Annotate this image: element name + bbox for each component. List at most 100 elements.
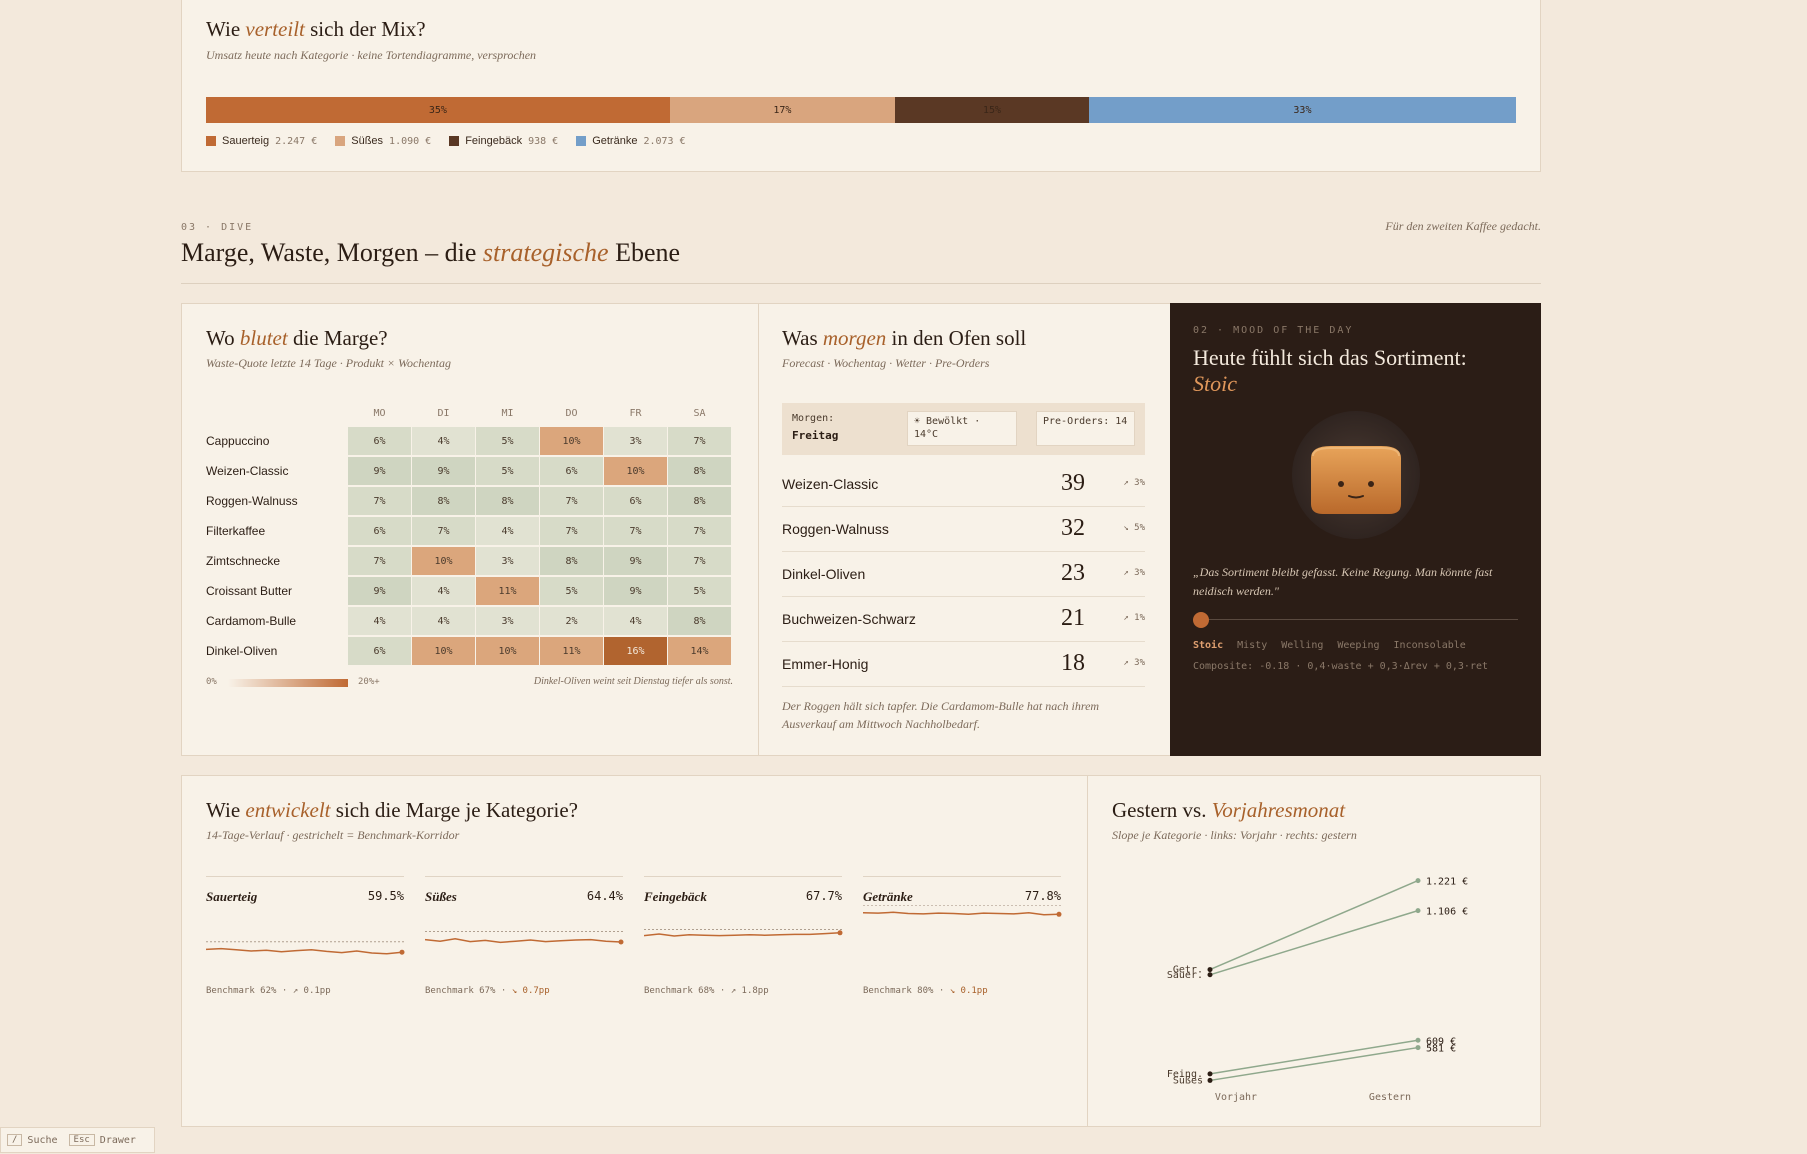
mix-legend: Sauerteig 2.247 € Süßes 1.090 € Feingebäck 93… [206,135,686,147]
forecast-row: Buchweizen-Schwarz 21 ↗ 1% [782,597,1145,642]
mood-card: 02 · MOOD OF THE DAY Heute fühlt sich da… [1170,303,1541,756]
margin-benchmark-label: Benchmark 68% · [644,986,726,996]
tomorrow-box: Morgen: Freitag ☀ Bewölkt · 14°C Pre-Ord… [782,403,1145,455]
heatmap-cell: 6% [348,517,411,545]
margin-subtitle: 14-Tage-Verlauf · gestrichelt = Benchmar… [206,828,460,842]
heatmap-cell: 8% [668,487,731,515]
heatmap-product-label: Roggen-Walnuss [206,494,298,508]
heatmap-cell: 11% [540,637,603,665]
forecast-product: Emmer-Honig [782,656,869,672]
heatmap-day-label: FR [629,408,642,419]
heatmap-cell: 9% [348,577,411,605]
tomorrow-day: Freitag [792,429,839,442]
heatmap-cell: 6% [348,637,411,665]
heatmap-cell: 4% [412,577,475,605]
heatmap-cell: 9% [604,547,667,575]
heatmap-cell: 5% [668,577,731,605]
heatmap-cell: 7% [668,427,731,455]
heatmap-cell: 9% [348,457,411,485]
heatmap-cell: 7% [668,547,731,575]
legend-value: 938 € [528,135,559,147]
margin-delta: ↗ 1.8pp [730,986,769,996]
drawer-shortcut-label: Drawer [99,1134,136,1146]
mood-scale-label[interactable]: Weeping [1337,640,1379,651]
mood-scale-label[interactable]: Stoic [1193,640,1223,651]
heatmap-day-label: MO [373,408,386,419]
heatmap-cell: 10% [604,457,667,485]
forecast-quantity: 32 [1061,515,1085,541]
mix-subtitle: Umsatz heute nach Kategorie · keine Tort… [206,48,537,62]
slope-title: Gestern vs. Vorjahresmonat [1112,798,1346,822]
slope-right-point [1415,1045,1421,1051]
heatmap-cell: 6% [348,427,411,455]
heatmap-product-label: Weizen-Classic [206,464,289,478]
mood-slider-thumb[interactable] [1193,612,1209,628]
margin-series-line [863,911,1060,916]
slope-series-label: Süßes [1173,1075,1203,1086]
heatmap-day-label: DO [565,408,578,419]
legend-swatch [576,136,587,146]
mood-scale-label[interactable]: Misty [1237,640,1267,651]
slope-right-point [1415,1037,1421,1043]
forecast-row: Emmer-Honig 18 ↗ 3% [782,642,1145,687]
heatmap-cell: 8% [668,607,731,635]
margin-series-line [206,947,403,955]
forecast-product: Roggen-Walnuss [782,521,889,537]
mix-segment: 35% [206,97,670,123]
heatmap-product-label: Cappuccino [206,434,270,448]
weather-chip: ☀ Bewölkt · 14°C [907,411,1017,446]
margin-benchmark-label: Benchmark 62% · [206,986,288,996]
margin-delta: ↘ 0.1pp [949,986,988,996]
margin-benchmark-text: Benchmark 67% · ↘ 0.7pp [425,986,550,996]
heatmap-cell: 7% [668,517,731,545]
forecast-title: Was morgen in den Ofen soll [782,326,1027,350]
mood-scale-label[interactable]: Welling [1281,640,1323,651]
slope-value-label: 581 € [1426,1044,1456,1055]
slope-axis-right: Gestern [1369,1092,1411,1103]
heatmap-cell: 7% [348,487,411,515]
forecast-product: Weizen-Classic [782,476,879,492]
margin-benchmark-text: Benchmark 68% · ↗ 1.8pp [644,986,769,996]
heatmap-day-label: MI [501,408,514,419]
margin-value: 59.5% [367,889,404,903]
heatmap-product-label: Zimtschnecke [206,554,281,568]
mood-slider-track[interactable] [1193,619,1518,620]
heatmap-cell: 3% [604,427,667,455]
heatmap-cell: 4% [476,517,539,545]
heatmap-cell: 4% [604,607,667,635]
scale-max-label: 20%+ [358,677,380,687]
slope-line [1209,909,1419,976]
section-aside: Für den zweiten Kaffee gedacht. [1385,219,1541,233]
heatmap-cell: 7% [540,487,603,515]
slope-value-label: 1.106 € [1426,907,1468,918]
forecast-trend: ↘ 5% [1123,523,1145,533]
slope-axis-left: Vorjahr [1215,1092,1257,1103]
margin-benchmark-label: Benchmark 67% · [425,986,507,996]
search-shortcut-key[interactable]: / [7,1134,23,1146]
heatmap-cell: 4% [412,607,475,635]
waste-note: Dinkel-Oliven weint seit Dienstag tiefer… [533,676,733,687]
mix-segment: 33% [1088,97,1516,123]
heatmap-cell: 14% [668,637,731,665]
slope-series-label: Sauer. [1167,970,1203,981]
margin-last-point [399,949,405,955]
legend-name: Süßes [351,135,384,147]
legend-swatch [449,136,460,146]
forecast-product: Buchweizen-Schwarz [782,611,916,627]
heatmap-cell: 5% [476,427,539,455]
margin-delta: ↗ 0.1pp [292,986,331,996]
mood-eyebrow: 02 · MOOD OF THE DAY [1193,325,1354,336]
section-eyebrow: 03 · DIVE [181,222,254,233]
heatmap-cell: 6% [604,487,667,515]
heatmap-cell: 7% [348,547,411,575]
scale-gradient [228,679,348,687]
legend-name: Getränke [592,135,638,147]
heatmap-cell: 10% [540,427,603,455]
forecast-quantity: 21 [1061,605,1085,631]
drawer-shortcut-key[interactable]: Esc [68,1134,95,1146]
mood-scale-label[interactable]: Inconsolable [1394,640,1466,651]
heatmap-cell: 2% [540,607,603,635]
forecast-note: Der Roggen hält sich tapfer. Die Cardamo… [782,699,1100,731]
heatmap-cell: 10% [412,637,475,665]
heatmap-cell: 8% [668,457,731,485]
